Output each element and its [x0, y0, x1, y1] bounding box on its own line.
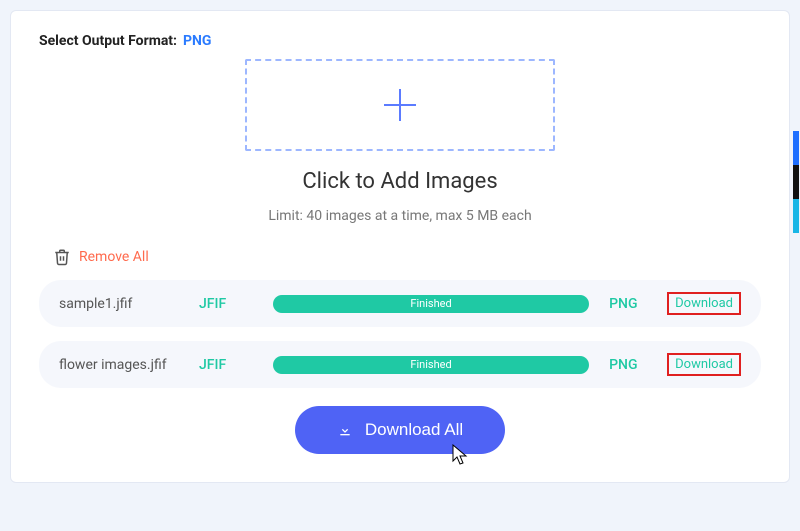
- dropzone[interactable]: [245, 59, 555, 151]
- trash-icon: [53, 248, 71, 266]
- download-button[interactable]: Download: [667, 353, 741, 376]
- side-tab[interactable]: [793, 131, 799, 165]
- remove-all-row: Remove All: [39, 248, 761, 266]
- file-row: flower images.jfif JFIF Finished PNG Dow…: [39, 341, 761, 388]
- limit-text: Limit: 40 images at a time, max 5 MB eac…: [39, 208, 761, 224]
- output-format-row: Select Output Format: PNG: [39, 33, 761, 49]
- plus-icon: [378, 83, 422, 127]
- file-target-format: PNG: [603, 357, 653, 373]
- side-tabs: [793, 131, 799, 233]
- file-target-format: PNG: [603, 296, 653, 312]
- download-all-button[interactable]: Download All: [295, 406, 505, 454]
- side-tab[interactable]: [793, 199, 799, 233]
- file-name: flower images.jfif: [59, 357, 199, 373]
- progress-bar: Finished: [273, 356, 589, 374]
- file-source-format: JFIF: [199, 296, 259, 312]
- side-tab[interactable]: [793, 165, 799, 199]
- output-format-dropdown[interactable]: PNG: [183, 33, 211, 49]
- remove-all-link[interactable]: Remove All: [79, 249, 149, 265]
- progress-status: Finished: [410, 297, 451, 310]
- download-all-wrap: Download All: [39, 406, 761, 454]
- progress-status: Finished: [410, 358, 451, 371]
- file-source-format: JFIF: [199, 357, 259, 373]
- file-row: sample1.jfif JFIF Finished PNG Download: [39, 280, 761, 327]
- file-name: sample1.jfif: [59, 296, 199, 312]
- download-button[interactable]: Download: [667, 292, 741, 315]
- download-all-label: Download All: [365, 420, 463, 440]
- output-format-label: Select Output Format:: [39, 33, 177, 49]
- progress-bar: Finished: [273, 295, 589, 313]
- download-icon: [337, 422, 353, 438]
- converter-card: Select Output Format: PNG Click to Add I…: [10, 10, 790, 483]
- add-images-text: Click to Add Images: [39, 169, 761, 194]
